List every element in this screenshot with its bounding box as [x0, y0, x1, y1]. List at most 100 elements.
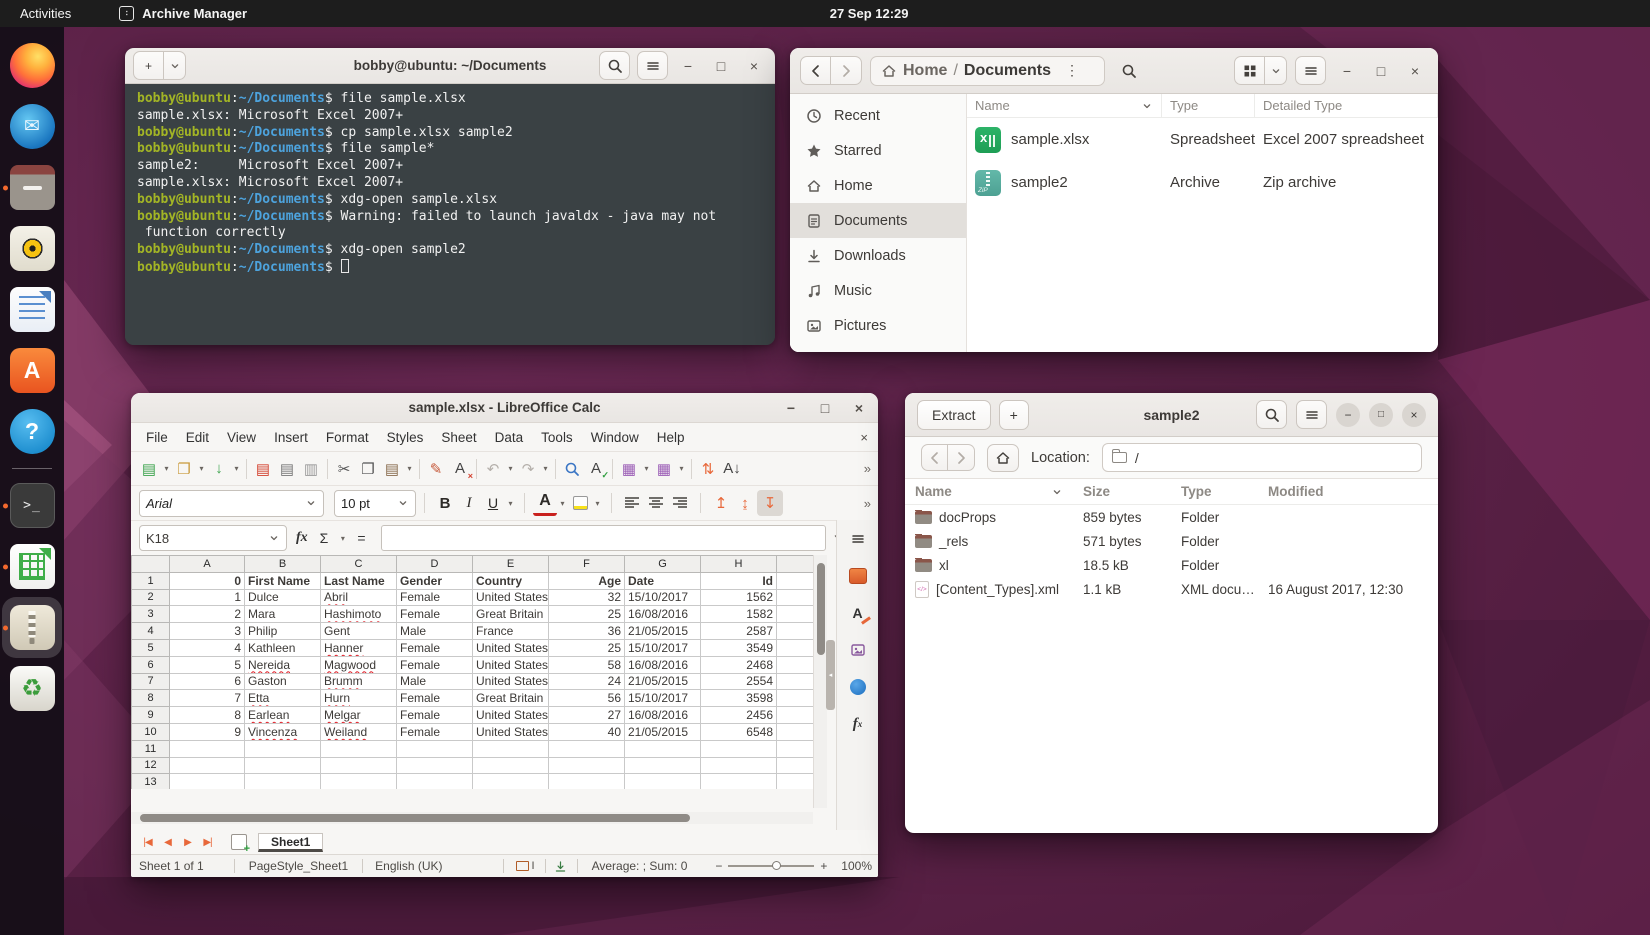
cell[interactable]: Brumm: [321, 673, 397, 690]
breadcrumb[interactable]: Home / Documents ⋮: [870, 56, 1105, 86]
archive-row[interactable]: _rels571 bytesFolder: [905, 529, 1438, 553]
terminal-close-button[interactable]: ×: [741, 58, 767, 74]
cell[interactable]: Date: [625, 572, 701, 589]
cell[interactable]: 25: [549, 606, 625, 623]
terminal-maximize-button[interactable]: □: [708, 58, 734, 74]
find-replace-icon[interactable]: [560, 456, 584, 482]
row-header-12[interactable]: 12: [132, 757, 170, 774]
dock-item-libreoffice-writer[interactable]: [2, 279, 62, 340]
cell[interactable]: [549, 774, 625, 789]
cell[interactable]: Gent: [321, 623, 397, 640]
cell[interactable]: Philip: [245, 623, 321, 640]
terminal-body[interactable]: bobby@ubuntu:~/Documents$ file sample.xl…: [125, 84, 775, 345]
cell[interactable]: 16/08/2016: [625, 656, 701, 673]
archive-maximize-button[interactable]: □: [1369, 403, 1393, 427]
archive-headerbar[interactable]: Extract + sample2 − □ ×: [905, 393, 1438, 437]
cell[interactable]: 3: [170, 623, 245, 640]
cell-partial[interactable]: [777, 656, 814, 673]
equals-button[interactable]: =: [354, 530, 368, 546]
cell[interactable]: 40: [549, 723, 625, 740]
cell[interactable]: Weiland: [321, 723, 397, 740]
align-vcenter-button[interactable]: ↨: [733, 490, 757, 516]
archive-row[interactable]: xl18.5 kBFolder: [905, 553, 1438, 577]
page-style-label[interactable]: PageStyle_Sheet1: [249, 859, 348, 873]
bold-button[interactable]: B: [433, 490, 457, 516]
cell[interactable]: Hashimoto: [321, 606, 397, 623]
row-header-13[interactable]: 13: [132, 774, 170, 789]
cell[interactable]: [245, 757, 321, 774]
underline-dropdown[interactable]: ▾: [505, 499, 516, 508]
highlight-color-dropdown[interactable]: ▾: [592, 499, 603, 508]
cell[interactable]: [245, 740, 321, 757]
cell-partial[interactable]: [777, 572, 814, 589]
cell[interactable]: United States: [473, 673, 549, 690]
cell[interactable]: Last Name: [321, 572, 397, 589]
file-row[interactable]: sample2ArchiveZip archive: [967, 161, 1438, 204]
cell[interactable]: 24: [549, 673, 625, 690]
cell[interactable]: Female: [397, 606, 473, 623]
dock-item-ubuntu-software[interactable]: A: [2, 340, 62, 401]
cell[interactable]: Gaston: [245, 673, 321, 690]
cell[interactable]: 16/08/2016: [625, 707, 701, 724]
column-header-F[interactable]: F: [549, 556, 625, 573]
font-size-combo[interactable]: 10 pt: [334, 490, 416, 517]
italic-button[interactable]: I: [457, 490, 481, 516]
row-header-5[interactable]: 5: [132, 639, 170, 656]
cell[interactable]: Hurn: [321, 690, 397, 707]
cell[interactable]: United States: [473, 656, 549, 673]
cell[interactable]: [549, 740, 625, 757]
cell[interactable]: 0: [170, 572, 245, 589]
paste-icon[interactable]: ▤: [380, 456, 404, 482]
corner-cell[interactable]: [132, 556, 170, 573]
cell[interactable]: 56: [549, 690, 625, 707]
cell[interactable]: Hanner: [321, 639, 397, 656]
cell[interactable]: [321, 740, 397, 757]
clear-formatting-icon[interactable]: A×: [448, 456, 472, 482]
average-sum-label[interactable]: Average: ; Sum: 0: [592, 859, 688, 873]
insert-column-icon[interactable]: ▦: [652, 456, 676, 482]
cell[interactable]: 36: [549, 623, 625, 640]
sheet-nav-next-icon[interactable]: ▶: [179, 837, 196, 848]
language-label[interactable]: English (UK): [375, 859, 442, 873]
dock-item-rhythmbox[interactable]: [2, 218, 62, 279]
print-icon[interactable]: ▤: [275, 456, 299, 482]
terminal-menu-button[interactable]: [637, 51, 668, 80]
cell[interactable]: Great Britain: [473, 606, 549, 623]
cell[interactable]: [397, 774, 473, 789]
menu-styles[interactable]: Styles: [378, 427, 433, 448]
path-options-button[interactable]: ⋮: [1057, 62, 1087, 79]
align-right-button[interactable]: [668, 490, 692, 516]
cell[interactable]: 6548: [701, 723, 777, 740]
sidebar-item-documents[interactable]: Documents: [790, 203, 966, 238]
breadcrumb-current[interactable]: Documents: [964, 62, 1051, 80]
cell-partial[interactable]: [777, 723, 814, 740]
sheet-nav-prev-icon[interactable]: ◀: [159, 837, 176, 848]
cell[interactable]: 58: [549, 656, 625, 673]
cell[interactable]: Female: [397, 723, 473, 740]
sidebar-item-music[interactable]: Music: [790, 273, 966, 308]
zoom-in-button[interactable]: +: [820, 859, 827, 873]
archive-column-modified[interactable]: Modified: [1258, 484, 1428, 499]
column-header-name[interactable]: Name: [967, 94, 1162, 117]
column-header-H[interactable]: H: [701, 556, 777, 573]
row-header-7[interactable]: 7: [132, 673, 170, 690]
open-file-dropdown[interactable]: ▾: [196, 464, 207, 473]
cell[interactable]: [549, 757, 625, 774]
sidebar-item-starred[interactable]: Starred: [790, 133, 966, 168]
forward-button[interactable]: [831, 56, 862, 85]
cell[interactable]: 15/10/2017: [625, 589, 701, 606]
cell[interactable]: Abril: [321, 589, 397, 606]
cell[interactable]: [397, 757, 473, 774]
sort-ascending-icon[interactable]: A↓: [720, 456, 744, 482]
view-grid-button[interactable]: [1234, 56, 1265, 85]
export-pdf-icon[interactable]: ▤: [251, 456, 275, 482]
sheet-tab[interactable]: Sheet1: [258, 833, 323, 852]
cell[interactable]: Great Britain: [473, 690, 549, 707]
column-header-G[interactable]: G: [625, 556, 701, 573]
archive-column-name[interactable]: Name: [905, 484, 1073, 499]
cell[interactable]: 5: [170, 656, 245, 673]
column-header-C[interactable]: C: [321, 556, 397, 573]
calc-titlebar[interactable]: sample.xlsx - LibreOffice Calc − □ ×: [131, 393, 878, 423]
undo-icon[interactable]: ↶: [481, 456, 505, 482]
row-header-4[interactable]: 4: [132, 623, 170, 640]
